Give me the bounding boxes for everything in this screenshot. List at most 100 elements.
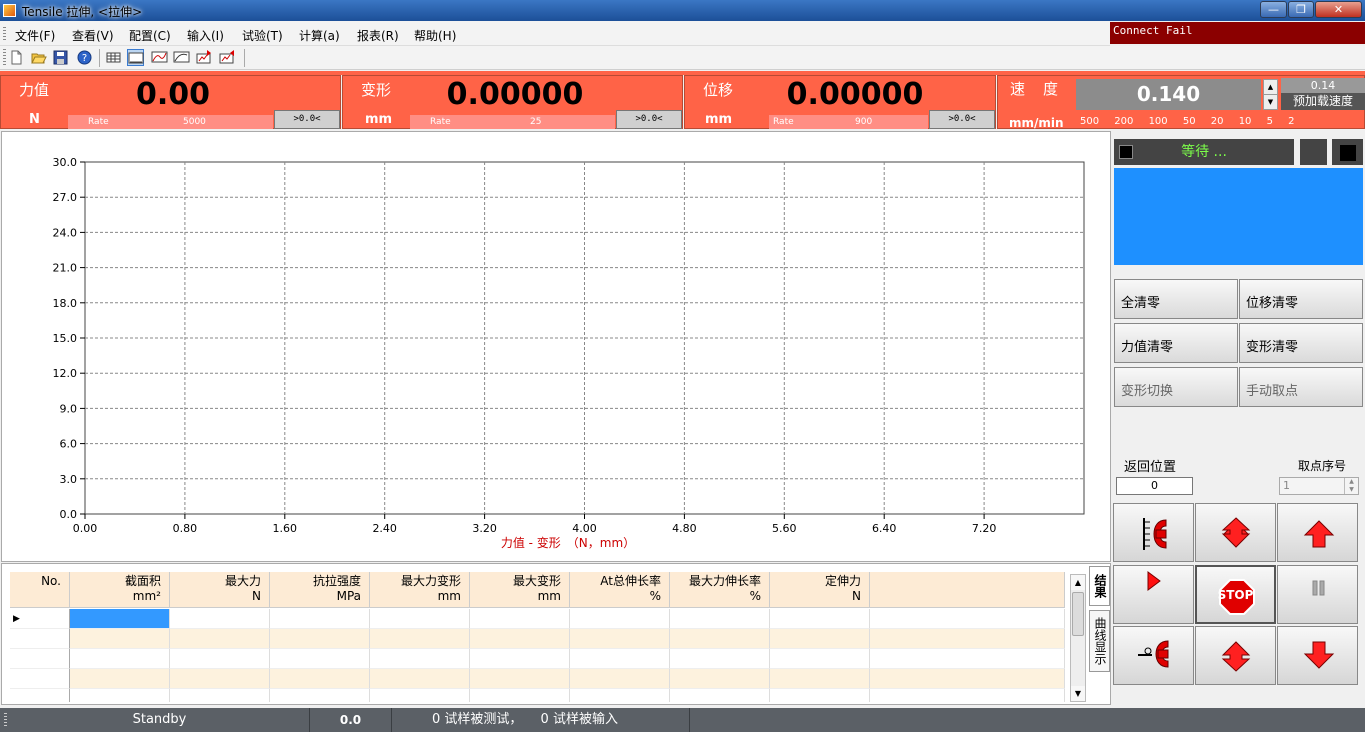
table-cell[interactable] (370, 629, 470, 649)
clear-deformation-button[interactable]: 变形清零 (1239, 323, 1363, 363)
table-cell[interactable] (770, 669, 870, 689)
table-cell[interactable] (470, 689, 570, 702)
row-header-cell[interactable] (10, 649, 70, 669)
clear-force-button[interactable]: 力值清零 (1114, 323, 1238, 363)
speed-preset[interactable]: 5 (1267, 116, 1273, 127)
row-header-cell[interactable] (10, 629, 70, 649)
column-header[interactable]: At总伸长率% (570, 572, 670, 608)
grip-lower-button[interactable] (1113, 626, 1194, 685)
table-row[interactable]: ▶ (10, 609, 1065, 629)
save-icon[interactable] (52, 49, 69, 66)
point-index-spinner[interactable]: ▲ ▼ (1344, 478, 1358, 494)
table-cell[interactable] (670, 669, 770, 689)
table-cell[interactable] (470, 629, 570, 649)
table-cell[interactable] (770, 689, 870, 702)
deformation-zero-button[interactable]: >0.0< (616, 110, 682, 129)
table-cell[interactable] (770, 629, 870, 649)
table-cell[interactable] (470, 649, 570, 669)
multi-curve-icon[interactable] (173, 49, 190, 66)
table-cell[interactable] (170, 609, 270, 629)
menu-file[interactable]: 文件(F) (15, 27, 55, 44)
speed-up-arrow-icon[interactable]: ▲ (1264, 80, 1277, 95)
table-row[interactable] (10, 689, 1065, 702)
menu-test[interactable]: 试验(T) (242, 27, 283, 44)
table-cell[interactable] (570, 689, 670, 702)
move-up-button[interactable] (1277, 503, 1358, 562)
speed-preset[interactable]: 100 (1149, 116, 1168, 127)
table-cell[interactable] (570, 649, 670, 669)
grip-upper-button[interactable] (1113, 503, 1194, 562)
table-cell[interactable] (170, 649, 270, 669)
row-header-cell[interactable]: ▶ (10, 609, 70, 629)
table-cell[interactable] (870, 629, 1065, 649)
column-header[interactable]: 最大力变形 mm (370, 572, 470, 608)
column-header[interactable]: No. (10, 572, 70, 608)
table-cell[interactable] (870, 669, 1065, 689)
table-cell[interactable] (670, 629, 770, 649)
clear-all-button[interactable]: 全清零 (1114, 279, 1238, 319)
table-cell[interactable] (470, 669, 570, 689)
speed-spinner[interactable]: ▲ ▼ (1263, 79, 1278, 110)
speed-preset[interactable]: 50 (1183, 116, 1196, 127)
table-cell[interactable] (270, 609, 370, 629)
tab-results[interactable]: 结果 (1089, 566, 1110, 606)
table-cell[interactable] (570, 609, 670, 629)
table-cell[interactable] (70, 689, 170, 702)
minimize-button[interactable]: — (1260, 1, 1287, 18)
table-cell[interactable] (670, 609, 770, 629)
table-cell[interactable] (370, 609, 470, 629)
return-position-input[interactable]: 0 (1116, 477, 1193, 495)
clear-displacement-button[interactable]: 位移清零 (1239, 279, 1363, 319)
table-row[interactable] (10, 669, 1065, 689)
close-button[interactable]: ✕ (1315, 1, 1362, 18)
table-cell[interactable] (170, 689, 270, 702)
point-index-input[interactable]: 1 ▲ ▼ (1279, 477, 1359, 495)
table-cell[interactable] (770, 609, 870, 629)
table-cell[interactable] (370, 689, 470, 702)
column-header[interactable]: 定伸力 N (770, 572, 870, 608)
speed-input[interactable]: 0.140 (1076, 79, 1261, 110)
table-cell[interactable] (70, 669, 170, 689)
open-folder-icon[interactable] (30, 49, 47, 66)
speed-preset[interactable]: 2 (1288, 116, 1294, 127)
table-cell[interactable] (170, 629, 270, 649)
table-cell[interactable] (370, 669, 470, 689)
column-header[interactable]: 最大力伸长率% (670, 572, 770, 608)
table-cell[interactable] (570, 669, 670, 689)
fast-down-button[interactable] (1195, 626, 1276, 685)
menu-input[interactable]: 输入(I) (187, 27, 224, 44)
table-cell[interactable] (870, 609, 1065, 629)
menu-view[interactable]: 查看(V) (72, 27, 114, 44)
fast-up-button[interactable] (1195, 503, 1276, 562)
stop-button[interactable]: STOP (1195, 565, 1276, 624)
tab-curve-display[interactable]: 曲线显示 (1089, 610, 1110, 672)
menu-report[interactable]: 报表(R) (357, 27, 399, 44)
table-cell[interactable] (870, 649, 1065, 669)
speed-preset[interactable]: 10 (1239, 116, 1252, 127)
column-header[interactable]: 抗拉强度 MPa (270, 572, 370, 608)
switch-deformation-button[interactable]: 变形切换 (1114, 367, 1238, 407)
column-header[interactable]: 最大力 N (170, 572, 270, 608)
table-cell[interactable] (270, 669, 370, 689)
scroll-thumb[interactable] (1072, 592, 1084, 636)
table-view-icon[interactable] (105, 49, 122, 66)
preload-speed-button[interactable]: 预加载速度 (1281, 93, 1365, 110)
help-icon[interactable]: ? (76, 49, 93, 66)
displacement-zero-button[interactable]: >0.0< (929, 110, 995, 129)
table-cell[interactable] (270, 649, 370, 669)
speed-preset[interactable]: 500 (1080, 116, 1099, 127)
table-cell[interactable] (270, 629, 370, 649)
new-file-icon[interactable] (8, 49, 25, 66)
table-cell[interactable] (670, 649, 770, 669)
menu-help[interactable]: 帮助(H) (414, 27, 456, 44)
scroll-down-icon[interactable]: ▼ (1071, 686, 1085, 701)
maximize-button[interactable]: ❐ (1288, 1, 1314, 18)
table-cell[interactable] (470, 609, 570, 629)
table-cell[interactable] (570, 629, 670, 649)
force-zero-button[interactable]: >0.0< (274, 110, 340, 129)
table-cell[interactable] (70, 649, 170, 669)
table-cell[interactable] (670, 689, 770, 702)
table-cell[interactable] (270, 689, 370, 702)
menu-calc[interactable]: 计算(a) (299, 27, 340, 44)
row-header-cell[interactable] (10, 689, 70, 702)
